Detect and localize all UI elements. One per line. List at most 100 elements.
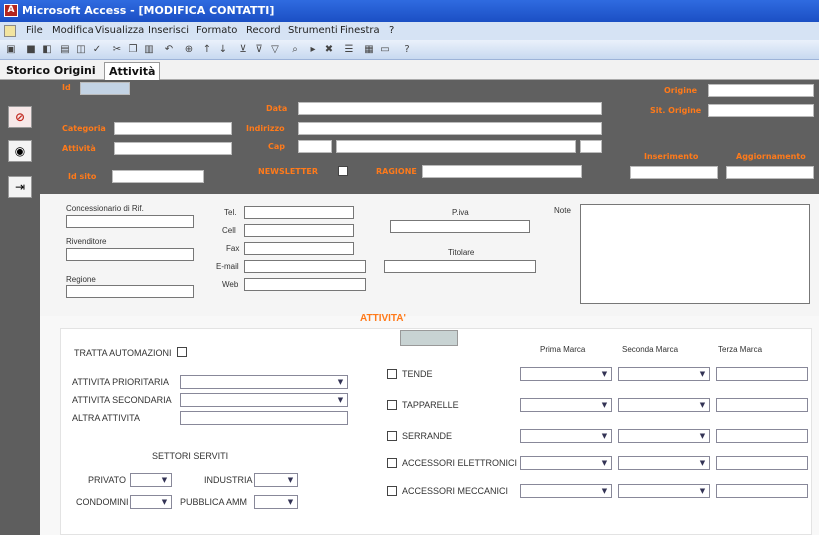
hyperlink-icon[interactable]: ⊕ (182, 43, 196, 57)
province-field[interactable] (580, 140, 602, 153)
piva-field[interactable] (390, 220, 530, 233)
database-window-icon[interactable]: ▦ (362, 43, 376, 57)
chevron-down-icon[interactable]: ▼ (697, 458, 708, 468)
origine-field[interactable] (708, 84, 814, 97)
ragione-field[interactable] (422, 165, 582, 178)
chevron-down-icon[interactable]: ▼ (599, 458, 610, 468)
serrande-checkbox[interactable] (387, 431, 397, 441)
apply-filter-icon[interactable]: ▽ (268, 43, 282, 57)
chevron-down-icon[interactable]: ▼ (335, 377, 346, 387)
chevron-down-icon[interactable]: ▼ (697, 431, 708, 441)
accessori-elettronici-terza-marca-field[interactable] (716, 456, 808, 470)
attivita-prioritaria-select[interactable]: ▼ (180, 375, 348, 389)
sort-asc-icon[interactable]: ↑ (200, 43, 214, 57)
chevron-down-icon[interactable]: ▼ (159, 497, 170, 507)
chevron-down-icon[interactable]: ▼ (285, 497, 296, 507)
menu-file[interactable]: File (26, 22, 43, 40)
properties-icon[interactable]: ☰ (342, 43, 356, 57)
cut-icon[interactable]: ✂ (110, 43, 124, 57)
aggiornamento-field[interactable] (726, 166, 814, 179)
stop-icon[interactable]: ⊘ (8, 106, 32, 128)
email-field[interactable] (244, 260, 366, 273)
accessori-elettronici-prima-marca-select[interactable]: ▼ (520, 456, 612, 470)
copy-icon[interactable]: ❐ (126, 43, 140, 57)
undo-icon[interactable]: ↶ (162, 43, 176, 57)
form-icon[interactable] (4, 25, 16, 37)
attivita-secondaria-select[interactable]: ▼ (180, 393, 348, 407)
inserimento-field[interactable] (630, 166, 718, 179)
id-site-field[interactable] (112, 170, 204, 183)
paste-icon[interactable]: ▥ (142, 43, 156, 57)
filter-form-icon[interactable]: ⊽ (252, 43, 266, 57)
city-field[interactable] (336, 140, 576, 153)
delete-record-icon[interactable]: ✖ (322, 43, 336, 57)
altra-attivita-field[interactable] (180, 411, 348, 425)
rivenditore-field[interactable] (66, 248, 194, 261)
chevron-down-icon[interactable]: ▼ (599, 400, 610, 410)
new-object-icon[interactable]: ▭ (378, 43, 392, 57)
cell-field[interactable] (244, 224, 354, 237)
attivita-field[interactable] (114, 142, 232, 155)
chevron-down-icon[interactable]: ▼ (697, 486, 708, 496)
accessori-meccanici-prima-marca-select[interactable]: ▼ (520, 484, 612, 498)
tapparelle-prima-marca-select[interactable]: ▼ (520, 398, 612, 412)
industria-select[interactable]: ▼ (254, 473, 298, 487)
menu-finestra[interactable]: Finestra (340, 22, 380, 40)
spellcheck-icon[interactable]: ✓ (90, 43, 104, 57)
menu-formato[interactable]: Formato (196, 22, 237, 40)
tende-prima-marca-select[interactable]: ▼ (520, 367, 612, 381)
view-icon[interactable]: ▣ (4, 43, 18, 57)
accessori-elettronici-seconda-marca-select[interactable]: ▼ (618, 456, 710, 470)
tapparelle-checkbox[interactable] (387, 400, 397, 410)
tapparelle-seconda-marca-select[interactable]: ▼ (618, 398, 710, 412)
tende-checkbox[interactable] (387, 369, 397, 379)
tel-field[interactable] (244, 206, 354, 219)
serrande-prima-marca-select[interactable]: ▼ (520, 429, 612, 443)
exit-door-icon[interactable]: ⇥ (8, 176, 32, 198)
condomini-select[interactable]: ▼ (130, 495, 172, 509)
titolare-field[interactable] (384, 260, 536, 273)
indirizzo-field[interactable] (298, 122, 602, 135)
cap-field[interactable] (298, 140, 332, 153)
tab-attivita[interactable]: Attività (104, 62, 161, 80)
print-preview-icon[interactable]: ◫ (74, 43, 88, 57)
pubblica-amm-select[interactable]: ▼ (254, 495, 298, 509)
tende-terza-marca-field[interactable] (716, 367, 808, 381)
tapparelle-terza-marca-field[interactable] (716, 398, 808, 412)
tende-seconda-marca-select[interactable]: ▼ (618, 367, 710, 381)
tab-storico-origini[interactable]: Storico Origini (2, 62, 100, 80)
print-icon[interactable]: ▤ (58, 43, 72, 57)
web-field[interactable] (244, 278, 366, 291)
concessionario-field[interactable] (66, 215, 194, 228)
sit-origine-field[interactable] (708, 104, 814, 117)
menu-help[interactable]: ? (389, 22, 394, 40)
menu-inserisci[interactable]: Inserisci (148, 22, 189, 40)
chevron-down-icon[interactable]: ▼ (599, 486, 610, 496)
chevron-down-icon[interactable]: ▼ (599, 431, 610, 441)
help-icon[interactable]: ? (400, 43, 414, 57)
regione-field[interactable] (66, 285, 194, 298)
chevron-down-icon[interactable]: ▼ (599, 369, 610, 379)
note-field[interactable] (580, 204, 810, 304)
serrande-terza-marca-field[interactable] (716, 429, 808, 443)
categoria-field[interactable] (114, 122, 232, 135)
menu-record[interactable]: Record (246, 22, 281, 40)
accessori-meccanici-checkbox[interactable] (387, 486, 397, 496)
tratta-automazioni-checkbox[interactable] (177, 347, 187, 357)
search-file-icon[interactable]: ◧ (40, 43, 54, 57)
find-icon[interactable]: ⌕ (288, 43, 302, 57)
accessori-elettronici-checkbox[interactable] (387, 458, 397, 468)
menu-strumenti[interactable]: Strumenti (288, 22, 338, 40)
menu-modifica[interactable]: Modifica (52, 22, 94, 40)
newsletter-checkbox[interactable] (338, 166, 348, 176)
filter-selection-icon[interactable]: ⊻ (236, 43, 250, 57)
accessori-meccanici-seconda-marca-select[interactable]: ▼ (618, 484, 710, 498)
new-record-icon[interactable]: ▸ (306, 43, 320, 57)
accessori-meccanici-terza-marca-field[interactable] (716, 484, 808, 498)
chevron-down-icon[interactable]: ▼ (335, 395, 346, 405)
data-field[interactable] (298, 102, 602, 115)
id-field[interactable] (80, 82, 130, 95)
chevron-down-icon[interactable]: ▼ (285, 475, 296, 485)
save-icon[interactable]: ■ (24, 43, 38, 57)
binoculars-icon[interactable]: ◉ (8, 140, 32, 162)
